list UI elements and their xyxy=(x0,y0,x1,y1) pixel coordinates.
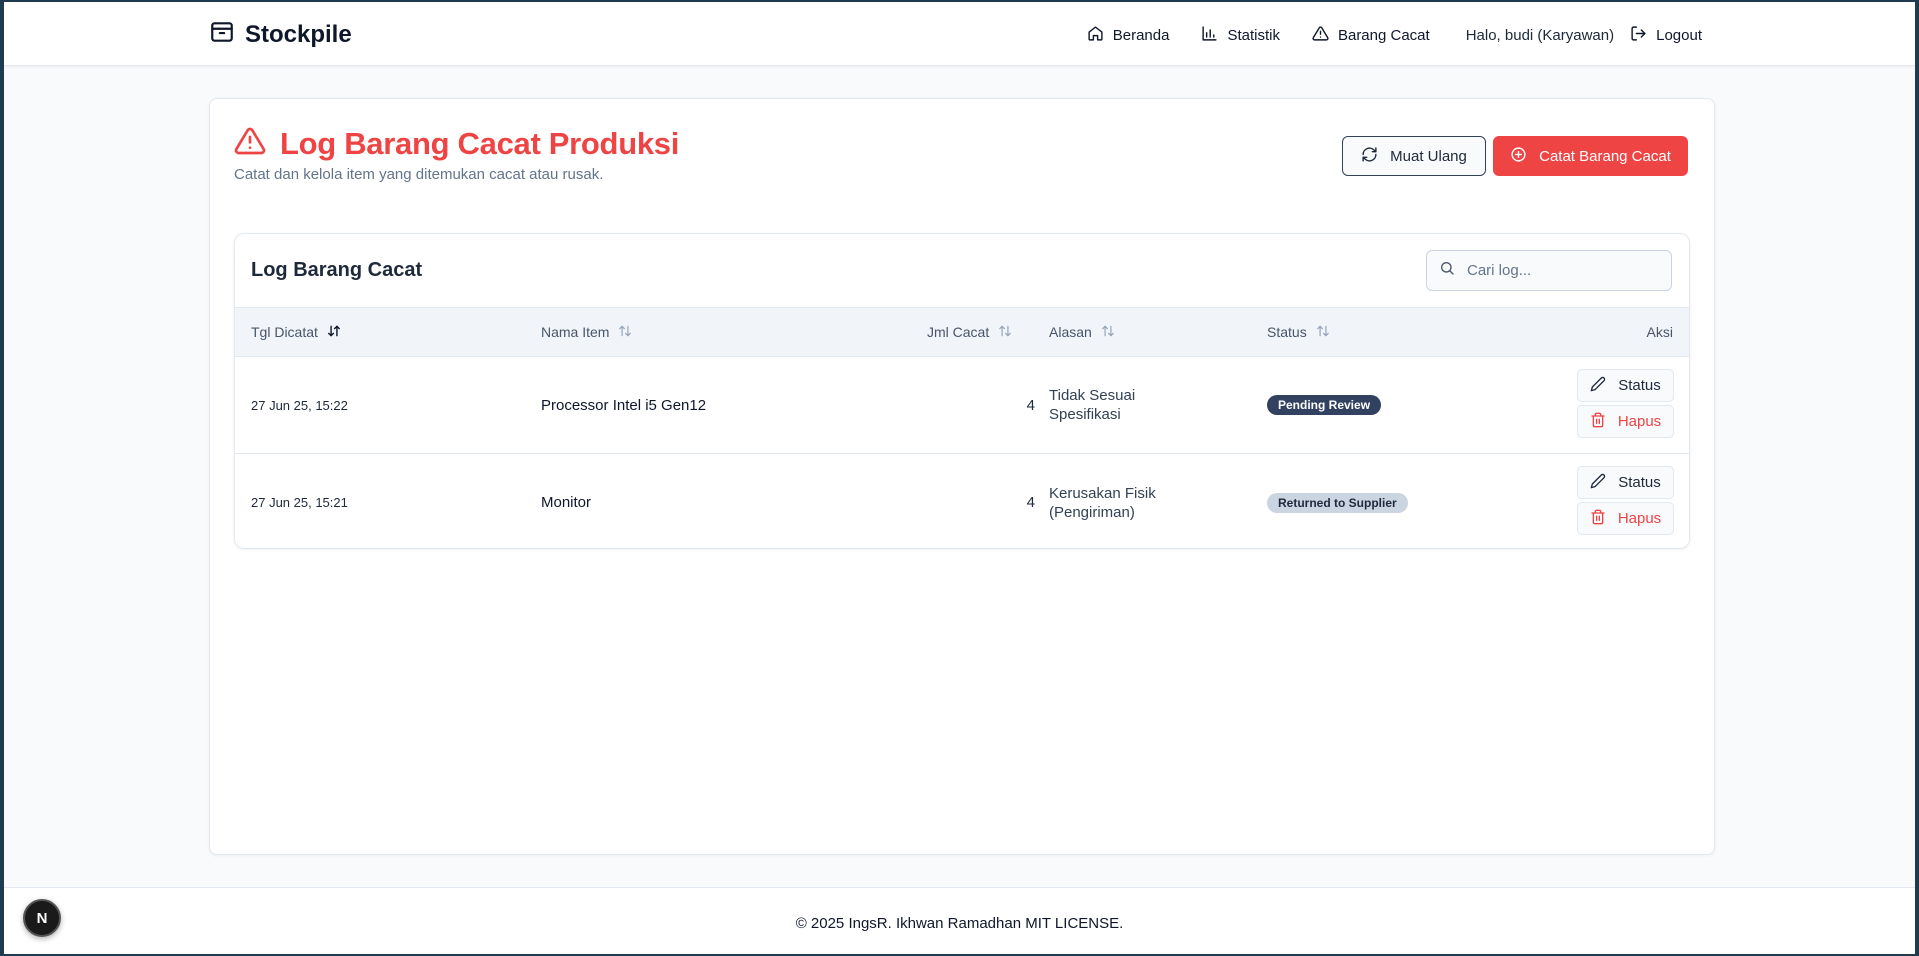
cell-status: Returned to Supplier xyxy=(1267,454,1408,548)
edit-status-button[interactable]: Status xyxy=(1577,369,1674,402)
table-title: Log Barang Cacat xyxy=(251,259,423,281)
page-subtitle: Catat dan kelola item yang ditemukan cac… xyxy=(234,166,604,183)
add-defect-label: Catat Barang Cacat xyxy=(1539,147,1671,165)
pencil-icon xyxy=(1590,473,1606,493)
page-title: Log Barang Cacat Produksi xyxy=(280,125,680,161)
pencil-icon xyxy=(1590,376,1606,396)
sort-icon xyxy=(1101,324,1115,341)
column-header-action: Aksi xyxy=(1647,308,1673,356)
refresh-icon xyxy=(1361,146,1378,167)
cell-status: Pending Review xyxy=(1267,357,1382,453)
column-label-reason: Alasan xyxy=(1049,324,1092,340)
main-card: Log Barang Cacat Produksi Catat dan kelo… xyxy=(209,98,1715,855)
nav-label-barang-cacat: Barang Cacat xyxy=(1337,26,1430,44)
dev-tools-badge[interactable]: N xyxy=(23,899,61,937)
status-badge: Returned to Supplier xyxy=(1267,492,1408,513)
home-icon xyxy=(1087,25,1104,46)
main-nav: Beranda Statistik Barang Cacat Halo, bud… xyxy=(1055,20,1702,50)
nav-label-beranda: Beranda xyxy=(1112,26,1170,44)
delete-button[interactable]: Hapus xyxy=(1577,502,1674,535)
search-icon xyxy=(1439,260,1455,281)
warning-icon xyxy=(234,125,266,162)
cell-item-name: Processor Intel i5 Gen12 xyxy=(541,396,707,414)
sort-desc-icon xyxy=(327,324,341,341)
delete-label: Hapus xyxy=(1617,510,1662,527)
edit-status-button[interactable]: Status xyxy=(1577,466,1674,499)
search-box[interactable] xyxy=(1426,250,1672,291)
search-input[interactable] xyxy=(1467,262,1657,279)
add-defect-button[interactable]: Catat Barang Cacat xyxy=(1493,136,1688,176)
page-header: Log Barang Cacat Produksi xyxy=(234,125,679,162)
column-label-date: Tgl Dicatat xyxy=(251,324,318,340)
store-icon xyxy=(209,19,235,52)
status-badge: Pending Review xyxy=(1267,395,1382,415)
delete-button[interactable]: Hapus xyxy=(1577,405,1674,438)
nav-item-barang-cacat[interactable]: Barang Cacat xyxy=(1312,25,1430,46)
table-row: 27 Jun 25, 15:21 Monitor 4 Kerusakan Fis… xyxy=(235,454,1689,548)
edit-status-label: Status xyxy=(1618,474,1661,491)
logout-button[interactable]: Logout xyxy=(1630,25,1702,46)
reload-button[interactable]: Muat Ulang xyxy=(1342,136,1486,176)
brand-name: Stockpile xyxy=(245,21,352,48)
app-window: Stockpile Beranda Statistik Barang Cacat xyxy=(4,2,1915,954)
delete-label: Hapus xyxy=(1617,413,1662,430)
alert-triangle-icon xyxy=(1312,25,1329,46)
row-actions: Status Hapus xyxy=(1577,466,1674,535)
top-navbar: Stockpile Beranda Statistik Barang Cacat xyxy=(4,2,1915,66)
logout-label: Logout xyxy=(1656,26,1702,44)
cell-item-name: Monitor xyxy=(541,494,592,511)
next-logo-icon: N xyxy=(36,909,48,927)
row-actions: Status Hapus xyxy=(1577,369,1674,438)
cell-defect-qty: 4 xyxy=(1026,494,1035,511)
column-label-qty: Jml Cacat xyxy=(927,324,990,340)
trash-icon xyxy=(1590,412,1606,432)
plus-circle-icon xyxy=(1510,146,1527,167)
nav-item-beranda[interactable]: Beranda xyxy=(1087,25,1170,46)
trash-icon xyxy=(1590,509,1606,529)
footer-copyright: © 2025 IngsR. Ikhwan Ramadhan MIT LICENS… xyxy=(795,915,1124,932)
sort-icon xyxy=(998,324,1012,341)
nav-label-statistik: Statistik xyxy=(1227,26,1280,44)
column-label-action: Aksi xyxy=(1646,324,1673,340)
footer: © 2025 IngsR. Ikhwan Ramadhan MIT LICENS… xyxy=(4,887,1915,954)
cell-reason: Tidak Sesuai Spesifikasi xyxy=(1049,387,1136,423)
column-label-name: Nama Item xyxy=(541,324,610,340)
defect-log-table: Log Barang Cacat Tgl Dicatat Nama Item xyxy=(234,233,1690,549)
column-header-reason[interactable]: Alasan xyxy=(1049,308,1115,356)
nav-item-statistik[interactable]: Statistik xyxy=(1201,25,1280,46)
column-label-status: Status xyxy=(1267,324,1307,340)
column-header-name[interactable]: Nama Item xyxy=(541,308,632,356)
table-row: 27 Jun 25, 15:22 Processor Intel i5 Gen1… xyxy=(235,357,1689,454)
brand-logo[interactable]: Stockpile xyxy=(209,20,352,50)
edit-status-label: Status xyxy=(1618,377,1661,394)
cell-date: 27 Jun 25, 15:21 xyxy=(251,495,348,510)
cell-defect-qty: 4 xyxy=(1026,396,1035,414)
user-greeting: Halo, budi (Karyawan) xyxy=(1465,26,1615,44)
sort-icon xyxy=(618,324,632,341)
logout-icon xyxy=(1630,25,1647,46)
cell-date: 27 Jun 25, 15:22 xyxy=(251,397,348,413)
table-header: Tgl Dicatat Nama Item Jml Cacat Alasan S… xyxy=(235,307,1689,357)
reload-label: Muat Ulang xyxy=(1390,147,1467,165)
column-header-qty[interactable]: Jml Cacat xyxy=(927,308,1012,356)
cell-reason: Kerusakan Fisik (Pengiriman) xyxy=(1049,484,1156,521)
bar-chart-icon xyxy=(1201,25,1218,46)
sort-icon xyxy=(1316,324,1330,341)
column-header-status[interactable]: Status xyxy=(1267,308,1330,356)
column-header-date[interactable]: Tgl Dicatat xyxy=(251,308,341,356)
